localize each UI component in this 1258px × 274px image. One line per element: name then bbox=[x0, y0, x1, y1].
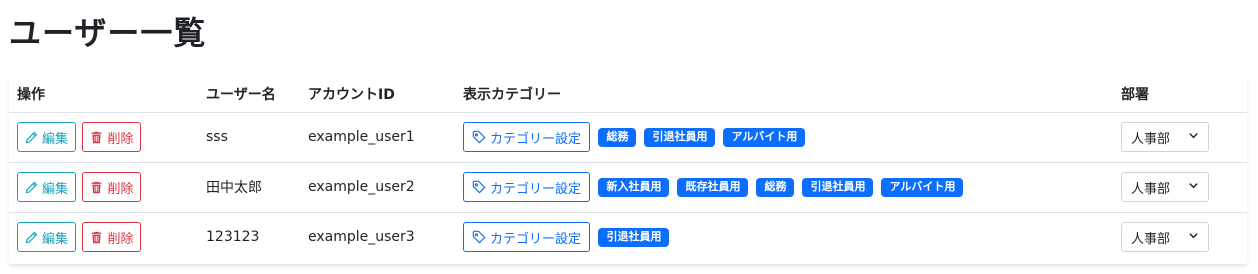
category-badge: 引退社員用 bbox=[598, 227, 670, 247]
tag-icon bbox=[472, 230, 486, 244]
chevron-down-icon bbox=[1188, 180, 1199, 195]
department-value: 人事部 bbox=[1131, 231, 1171, 247]
categories-cell: カテゴリー設定 引退社員用 bbox=[455, 212, 1113, 262]
username-cell: sss bbox=[198, 112, 300, 163]
categories-cell: カテゴリー設定 総務 引退社員用 アルバイト用 bbox=[455, 112, 1113, 163]
category-badge: 引退社員用 bbox=[644, 127, 716, 147]
category-settings-label: カテゴリー設定 bbox=[490, 231, 582, 247]
department-value: 人事部 bbox=[1131, 131, 1171, 147]
header-account-id: アカウントID bbox=[300, 76, 455, 113]
chevron-down-icon bbox=[1188, 130, 1199, 145]
trash-icon bbox=[90, 131, 103, 144]
chevron-down-icon bbox=[1188, 230, 1199, 245]
category-badges: 総務 引退社員用 アルバイト用 bbox=[598, 127, 806, 147]
header-categories: 表示カテゴリー bbox=[455, 76, 1113, 113]
category-badge: 引退社員用 bbox=[802, 177, 874, 197]
department-select[interactable]: 人事部 bbox=[1121, 122, 1209, 152]
table-body: 編集 削除 sss example_user1 カテゴリー設定 総務 引退社員用ア… bbox=[9, 112, 1247, 262]
category-settings-button[interactable]: カテゴリー設定 bbox=[463, 222, 591, 253]
delete-label: 削除 bbox=[107, 131, 134, 147]
department-select[interactable]: 人事部 bbox=[1121, 222, 1209, 253]
category-settings-button[interactable]: カテゴリー設定 bbox=[463, 122, 591, 152]
delete-button[interactable]: 削除 bbox=[82, 222, 142, 253]
delete-button[interactable]: 削除 bbox=[82, 122, 142, 152]
user-table: 操作 ユーザー名 アカウントID 表示カテゴリー 部署 編集 削除 sss ex… bbox=[9, 76, 1247, 262]
operation-cell: 編集 削除 bbox=[9, 212, 198, 262]
edit-button[interactable]: 編集 bbox=[17, 122, 77, 152]
header-department: 部署 bbox=[1113, 76, 1247, 113]
category-badges: 引退社員用 bbox=[598, 227, 670, 247]
category-badges: 新入社員用 既存社員用 総務 引退社員用 アルバイト用 bbox=[598, 177, 964, 197]
department-cell: 人事部 bbox=[1113, 112, 1247, 163]
pencil-icon bbox=[25, 131, 38, 144]
category-settings-button[interactable]: カテゴリー設定 bbox=[463, 172, 591, 202]
username-cell: 田中太郎 bbox=[198, 162, 300, 213]
category-badge: 新入社員用 bbox=[598, 177, 670, 197]
table-row: 編集 削除 田中太郎 example_user2 カテゴリー設定 新入社員用 既存… bbox=[9, 162, 1247, 213]
operation-cell: 編集 削除 bbox=[9, 112, 198, 163]
tag-icon bbox=[472, 130, 486, 144]
trash-icon bbox=[90, 231, 103, 244]
edit-button[interactable]: 編集 bbox=[17, 172, 77, 202]
user-table-container: 操作 ユーザー名 アカウントID 表示カテゴリー 部署 編集 削除 sss ex… bbox=[9, 76, 1247, 265]
edit-label: 編集 bbox=[42, 131, 69, 147]
category-badge: アルバイト用 bbox=[881, 177, 964, 197]
account-id-cell: example_user1 bbox=[300, 112, 455, 163]
category-settings-label: カテゴリー設定 bbox=[490, 131, 582, 147]
table-row: 編集 削除 sss example_user1 カテゴリー設定 総務 引退社員用ア… bbox=[9, 112, 1247, 163]
category-badge: 既存社員用 bbox=[677, 177, 749, 197]
category-badge: アルバイト用 bbox=[723, 127, 806, 147]
table-header-row: 操作 ユーザー名 アカウントID 表示カテゴリー 部署 bbox=[9, 76, 1247, 113]
department-select[interactable]: 人事部 bbox=[1121, 172, 1209, 202]
delete-label: 削除 bbox=[107, 231, 134, 247]
department-cell: 人事部 bbox=[1113, 212, 1247, 262]
pencil-icon bbox=[25, 231, 38, 244]
header-username: ユーザー名 bbox=[198, 76, 300, 113]
category-badge: 総務 bbox=[598, 127, 637, 147]
department-value: 人事部 bbox=[1131, 181, 1171, 197]
categories-cell: カテゴリー設定 新入社員用 既存社員用 総務 引退社員用 アルバイト用 bbox=[455, 162, 1113, 213]
category-badge: 総務 bbox=[756, 177, 795, 197]
account-id-cell: example_user3 bbox=[308, 229, 415, 246]
edit-label: 編集 bbox=[42, 181, 69, 197]
department-cell: 人事部 bbox=[1113, 162, 1247, 213]
pencil-icon bbox=[25, 181, 38, 194]
category-settings-label: カテゴリー設定 bbox=[490, 181, 582, 197]
edit-label: 編集 bbox=[42, 231, 69, 247]
delete-label: 削除 bbox=[107, 181, 134, 197]
table-row: 編集 削除 123123 example_user3 カテゴリー設定 引退社員用… bbox=[9, 212, 1247, 262]
account-id-cell: example_user2 bbox=[300, 162, 455, 213]
delete-button[interactable]: 削除 bbox=[82, 172, 142, 202]
username-cell: 123123 bbox=[206, 229, 260, 246]
trash-icon bbox=[90, 181, 103, 194]
operation-cell: 編集 削除 bbox=[9, 162, 198, 213]
edit-button[interactable]: 編集 bbox=[17, 222, 77, 253]
page-title: ユーザー一覧 bbox=[9, 14, 207, 52]
tag-icon bbox=[472, 180, 486, 194]
header-operation: 操作 bbox=[9, 76, 198, 113]
